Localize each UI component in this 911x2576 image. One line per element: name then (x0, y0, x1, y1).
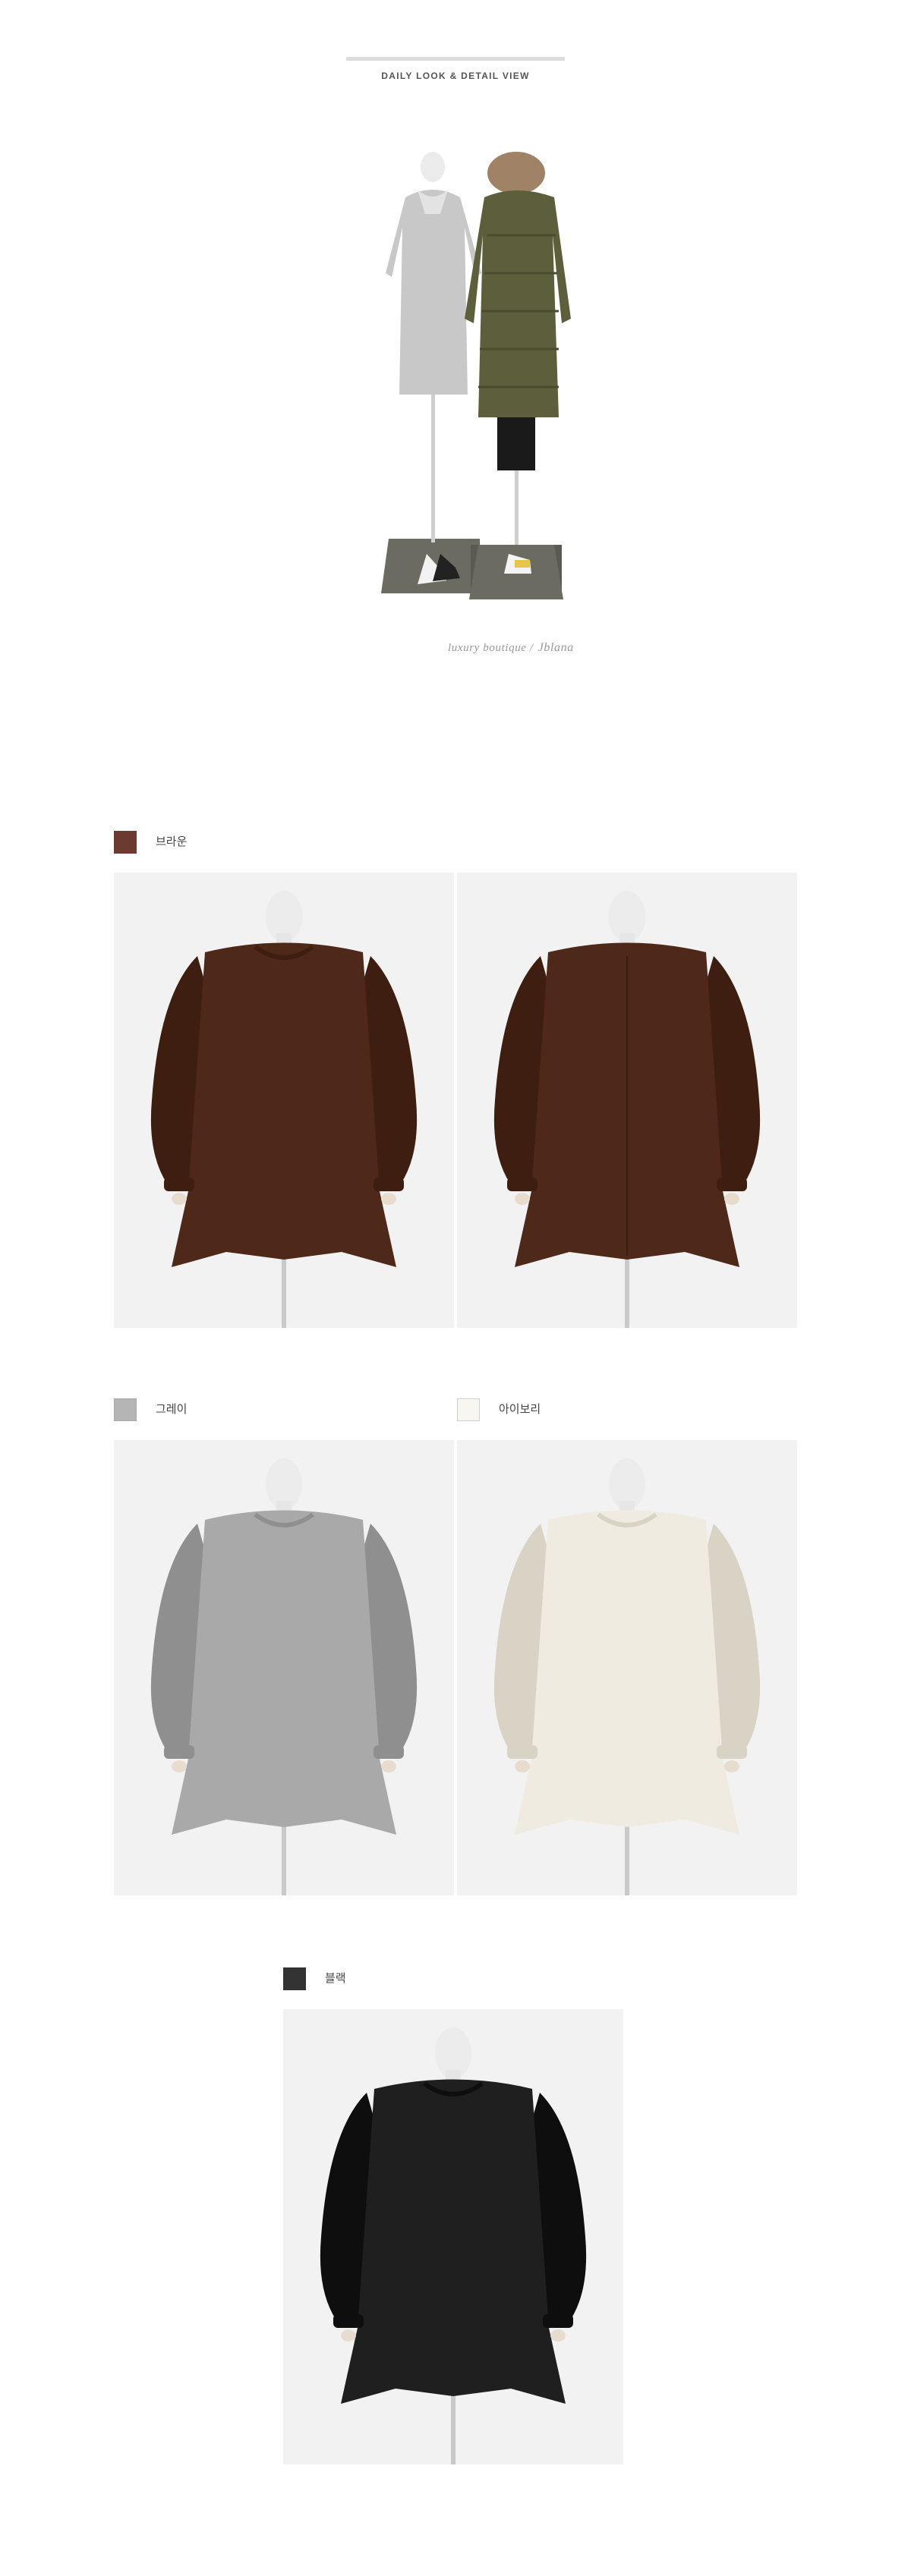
boutique-signature: luxury boutique / Jblana (448, 641, 574, 655)
product-photo-gray (114, 1440, 454, 1895)
header-divider (346, 57, 565, 61)
color-label-black: 블랙 (325, 1972, 346, 1985)
product-photo-black (283, 2009, 623, 2464)
mannequin-right (465, 152, 571, 599)
product-photo-ivory (457, 1440, 797, 1895)
color-swatch-black (283, 1967, 306, 1990)
daily-look-photo (326, 144, 592, 599)
signature-script: Jblana (537, 641, 574, 654)
section-title: DAILY LOOK & DETAIL VIEW (381, 71, 530, 81)
product-photo-brown-front (114, 873, 454, 1328)
color-swatch-gray (114, 1398, 137, 1421)
mannequin-left (381, 152, 481, 593)
product-photo-brown-back (457, 873, 797, 1328)
color-label-ivory: 아이보리 (499, 1403, 541, 1416)
color-label-brown: 브라운 (156, 835, 188, 848)
color-swatch-ivory (457, 1398, 480, 1421)
brand-text: luxury boutique / (448, 642, 534, 654)
color-label-gray: 그레이 (156, 1403, 188, 1416)
color-swatch-brown (114, 831, 137, 854)
